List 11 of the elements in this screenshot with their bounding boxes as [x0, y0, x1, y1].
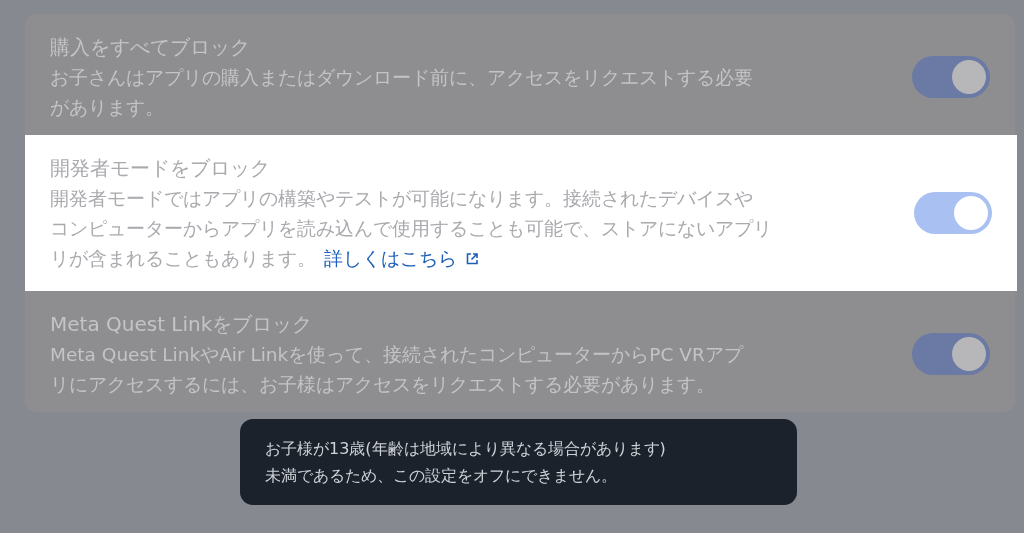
tooltip-text: 未満であるため、この設定をオフにできません。: [265, 465, 618, 487]
setting-title: 開発者モードをブロック: [50, 155, 271, 182]
toggle-switch[interactable]: [912, 56, 990, 98]
setting-description: リが含まれることもあります。: [50, 247, 316, 271]
learn-more-link[interactable]: 詳しくはこちら: [324, 244, 479, 274]
setting-description: 開発者モードではアプリの構築やテストが可能になります。接続されたデバイスや: [50, 187, 753, 211]
toggle-switch[interactable]: [912, 333, 990, 375]
tooltip-text: お子様が13歳(年齢は地域により異なる場合があります): [265, 438, 667, 460]
external-link-icon: [465, 252, 479, 266]
setting-description: コンピューターからアプリを読み込んで使用することも可能で、ストアにないアプリ: [50, 217, 772, 241]
toggle-switch[interactable]: [914, 192, 992, 234]
